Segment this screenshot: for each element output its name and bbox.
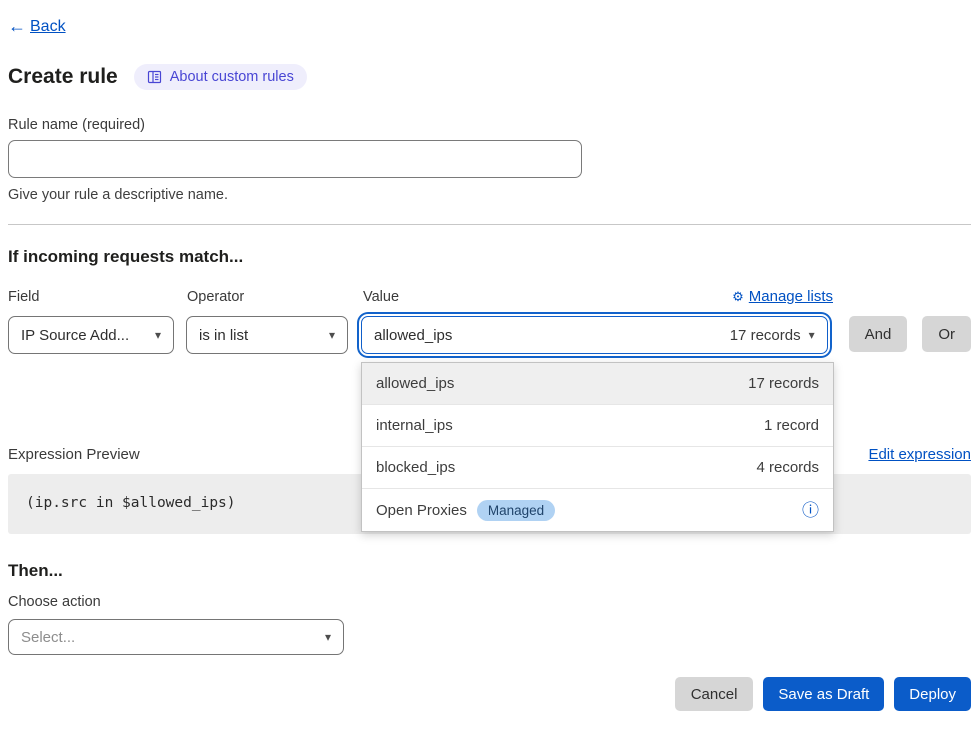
value-combobox-input[interactable]: allowed_ips — [374, 327, 730, 344]
deploy-button[interactable]: Deploy — [894, 677, 971, 711]
field-select[interactable]: IP Source Add... ▾ — [8, 316, 174, 354]
about-custom-rules-link[interactable]: About custom rules — [134, 64, 307, 90]
rule-name-label: Rule name (required) — [8, 117, 971, 133]
action-select[interactable]: Select... ▾ — [8, 619, 344, 655]
lists-dropdown-panel: allowed_ips 17 records internal_ips 1 re… — [361, 362, 834, 532]
book-icon — [147, 70, 162, 84]
list-option-open-proxies[interactable]: Open Proxies Managed ⓘ — [362, 489, 833, 531]
list-option-records: 4 records — [756, 459, 819, 476]
back-link-label: Back — [30, 18, 66, 36]
rule-name-input[interactable] — [8, 140, 582, 178]
list-option-internal-ips[interactable]: internal_ips 1 record — [362, 405, 833, 447]
page-title: Create rule — [8, 65, 118, 89]
then-section-heading: Then... — [8, 561, 971, 581]
list-option-name: Open Proxies — [376, 502, 467, 519]
choose-action-label: Choose action — [8, 594, 971, 610]
rule-name-helper-text: Give your rule a descriptive name. — [8, 187, 971, 203]
list-option-records: 17 records — [748, 375, 819, 392]
manage-lists-link[interactable]: ⚙ Manage lists — [732, 288, 833, 305]
and-or-buttons: And Or — [849, 316, 971, 352]
and-button[interactable]: And — [849, 316, 908, 352]
operator-select[interactable]: is in list ▾ — [186, 316, 348, 354]
operator-select-value: is in list — [199, 327, 248, 344]
list-option-records: 1 record — [764, 417, 819, 434]
section-divider — [8, 224, 971, 225]
value-combobox-wrapper: allowed_ips 17 records ▾ allowed_ips 17 … — [361, 316, 828, 354]
chevron-down-icon: ▾ — [809, 328, 815, 342]
list-option-name: allowed_ips — [376, 375, 454, 392]
chevron-down-icon: ▾ — [155, 328, 161, 342]
chevron-down-icon: ▾ — [325, 630, 331, 644]
field-select-value: IP Source Add... — [21, 327, 129, 344]
action-select-placeholder: Select... — [21, 629, 75, 646]
condition-row: IP Source Add... ▾ is in list ▾ allowed_… — [8, 316, 971, 354]
edit-expression-link[interactable]: Edit expression — [868, 446, 971, 463]
list-option-blocked-ips[interactable]: blocked_ips 4 records — [362, 447, 833, 489]
value-combobox[interactable]: allowed_ips 17 records ▾ — [361, 316, 828, 354]
back-link[interactable]: ←Back — [8, 16, 66, 37]
list-option-allowed-ips[interactable]: allowed_ips 17 records — [362, 363, 833, 405]
about-custom-rules-label: About custom rules — [170, 69, 294, 85]
cancel-button[interactable]: Cancel — [675, 677, 754, 711]
field-label: Field — [8, 289, 175, 305]
back-arrow-icon: ← — [8, 16, 26, 37]
manage-lists-label: Manage lists — [749, 288, 833, 305]
gear-icon: ⚙ — [732, 289, 744, 305]
heading-row: Create rule About custom rules — [8, 64, 971, 90]
info-icon[interactable]: ⓘ — [802, 502, 819, 519]
save-as-draft-button[interactable]: Save as Draft — [763, 677, 884, 711]
footer-actions: Cancel Save as Draft Deploy — [8, 677, 971, 711]
list-option-name: blocked_ips — [376, 459, 455, 476]
condition-labels-row: Field Operator Value ⚙ Manage lists — [8, 288, 971, 305]
create-rule-page: ←Back Create rule About custom rules Rul… — [0, 0, 979, 739]
chevron-down-icon: ▾ — [329, 328, 335, 342]
expression-preview-label: Expression Preview — [8, 446, 140, 463]
operator-label: Operator — [187, 289, 350, 305]
list-option-name: internal_ips — [376, 417, 453, 434]
managed-badge: Managed — [477, 500, 555, 521]
or-button[interactable]: Or — [922, 316, 971, 352]
value-label: Value — [363, 289, 399, 305]
match-section-heading: If incoming requests match... — [8, 247, 971, 267]
value-records-count: 17 records — [730, 327, 801, 344]
